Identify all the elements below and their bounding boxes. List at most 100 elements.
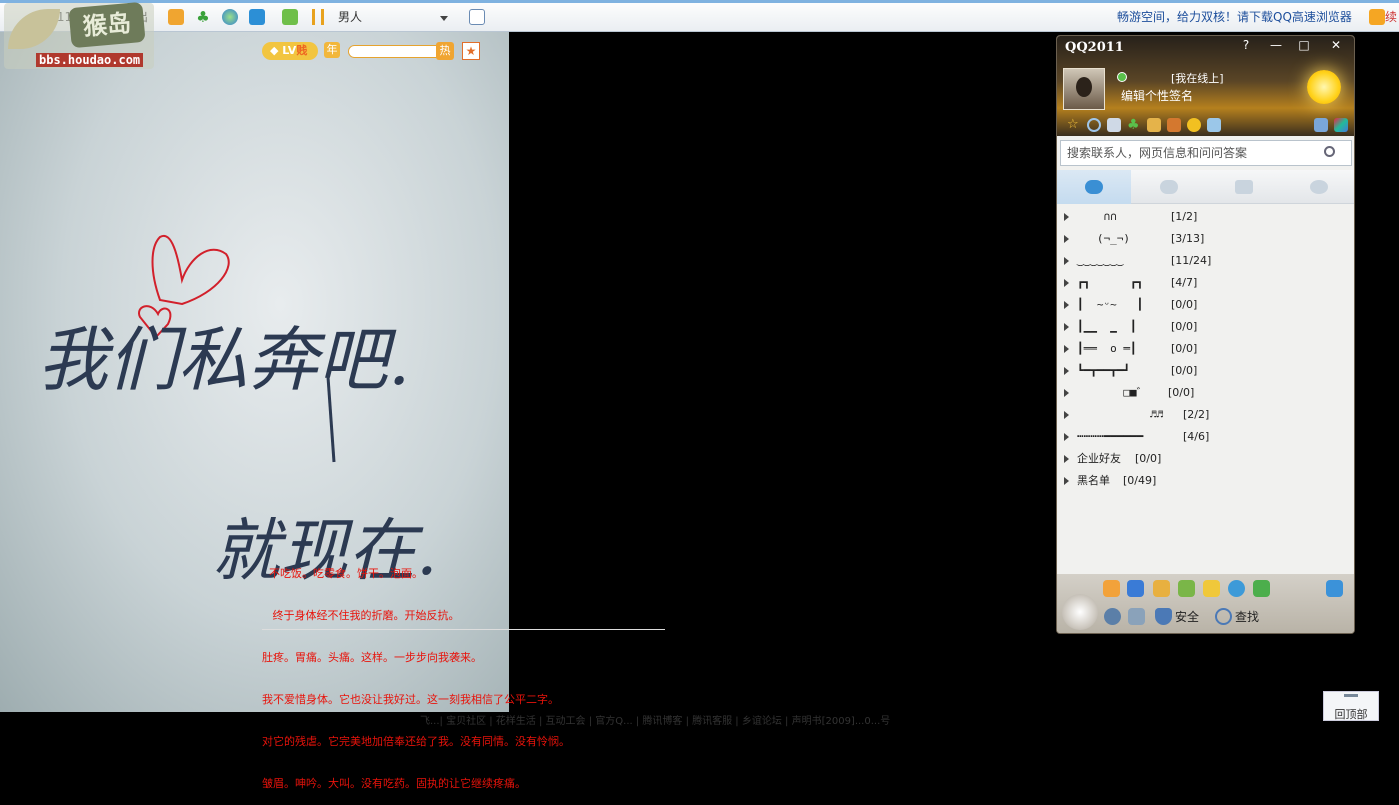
group-row[interactable]: (¬_¬) [3/13] [1057,228,1354,250]
caption-line: 肚疼。胃痛。头痛。这样。一步步向我袭来。 [262,651,482,664]
contact-tabs [1057,170,1354,204]
security-button[interactable]: 安全 [1175,608,1199,625]
group-row[interactable]: ┃ ~ᵕ~ ┃ [0/0] [1057,294,1354,316]
group-name: ┃ ~ᵕ~ ┃ [1077,298,1144,311]
status-text[interactable]: [我在线上] [1171,70,1224,86]
settings-gear-icon[interactable] [1104,608,1121,625]
expand-arrow-icon [1064,301,1069,309]
cloud-icon[interactable] [1326,580,1343,597]
contact-group-list: ∩∩ [1/2] (¬_¬) [3/13] ‿‿‿‿‿‿‿ [11/24] ┏┓ ┏┓… [1057,206,1354,492]
close-icon[interactable]: ✕ [1325,38,1347,52]
lv-num: 贱 [296,44,308,57]
main-menu-button[interactable] [1062,594,1098,630]
handwriting-line1: 我们私奔吧. [38,319,410,401]
group-row[interactable]: ┃══ o ═┃ [0/0] [1057,338,1354,360]
year-icon[interactable]: 年 [324,42,340,58]
edit-icon[interactable] [469,9,485,25]
group-row[interactable]: 企业好友 [0/0] [1057,448,1354,470]
caption-line: 不吃饭。吃零食。饼干。泡面。 [262,567,423,580]
group-name: 黑名单 [1077,474,1110,487]
message-box-icon[interactable] [1314,118,1328,132]
calendar-icon[interactable] [1207,118,1221,132]
space-icon[interactable] [1147,118,1161,132]
skin-icon[interactable] [1334,118,1348,132]
group-count: [2/2] [1183,408,1210,421]
group-row[interactable]: ┏┓ ┏┓ [4/7] [1057,272,1354,294]
gender-select[interactable]: 男人 [338,3,362,31]
back-to-top-button[interactable]: 回顶部 [1323,691,1379,721]
enter-icon[interactable] [282,9,298,25]
clover-icon[interactable]: ♣ [195,9,211,25]
group-row[interactable]: ┃▁▁ ▁ ┃ [0/0] [1057,316,1354,338]
avatar[interactable] [1063,68,1105,110]
app-manager-icon[interactable] [1103,580,1120,597]
recent-icon [1310,180,1328,194]
expand-arrow-icon [1064,411,1069,419]
tab-recent[interactable] [1282,170,1354,204]
globe-icon[interactable] [222,9,238,25]
group-name: (¬_¬) [1077,232,1130,245]
footer-links[interactable]: 飞...| 宝贝社区 | 花样生活 | 互动工会 | 官方Q... | 腾讯博客… [420,712,890,727]
chevron-down-icon[interactable] [440,16,448,21]
group-row[interactable]: ┅┅┅┅━━━━━━ [4/6] [1057,426,1354,448]
continue-link[interactable]: 续 [1385,3,1397,31]
tab-discussions[interactable] [1207,170,1281,204]
pet-icon[interactable] [1167,118,1181,132]
message-icon[interactable] [168,9,184,25]
hot-icon[interactable]: 热 [436,42,454,60]
contact-search-input[interactable]: 搜索联系人，网页信息和问问答案 [1060,140,1352,166]
caption-divider [262,629,665,630]
caption-line: 我不爱惜身体。它也没让我好过。这一刻我相信了公平二字。 [262,693,559,706]
expand-arrow-icon [1064,477,1069,485]
bookmark-icon[interactable] [1369,9,1385,25]
star-edit-icon[interactable]: ★ [462,42,480,60]
group-row[interactable]: ‿‿‿‿‿‿‿ [11/24] [1057,250,1354,272]
qq-guard-icon[interactable] [1253,580,1270,597]
online-status-icon[interactable] [1117,72,1127,82]
pause-icon[interactable] [312,9,324,25]
maximize-icon[interactable]: □ [1293,38,1315,52]
group-row[interactable]: ┗━┳━━┳━┛ [0/0] [1057,360,1354,382]
signature-field[interactable]: 编辑个性签名 [1121,87,1193,104]
expand-arrow-icon [1064,279,1069,287]
weather-sun-icon[interactable] [1307,70,1341,104]
group-row[interactable]: 黑名单 [0/49] [1057,470,1354,492]
group-name: ┃══ o ═┃ [1077,342,1137,355]
find-magnifier-icon[interactable] [1215,608,1232,625]
volume-icon[interactable] [1128,608,1145,625]
expand-arrow-icon [1064,455,1069,463]
qq-video-icon[interactable] [1203,580,1220,597]
qq-pet-icon[interactable] [1153,580,1170,597]
group-count: [1/2] [1171,210,1198,223]
tab-contacts[interactable] [1057,170,1131,204]
qq-browser-icon[interactable] [1228,580,1245,597]
app-icon[interactable] [249,9,265,25]
group-count: [11/24] [1171,254,1212,267]
favorite-star-icon[interactable]: ☆ [1067,118,1081,132]
qq-search-icon[interactable] [1087,118,1101,132]
qq-title: QQ2011 [1065,40,1124,55]
group-row[interactable]: ♬♬ [2/2] [1057,404,1354,426]
group-count: [0/0] [1171,342,1198,355]
group-row[interactable]: □■゛ [0/0] [1057,382,1354,404]
qq-game-icon[interactable] [1127,580,1144,597]
back-to-top-label: 回顶部 [1334,708,1368,721]
mail-icon[interactable] [1107,118,1121,132]
tab-groups[interactable] [1132,170,1206,204]
find-button[interactable]: 查找 [1235,608,1259,625]
group-row[interactable]: ∩∩ [1/2] [1057,206,1354,228]
shield-icon[interactable] [1155,608,1172,625]
help-icon[interactable]: ? [1235,38,1257,52]
browser-promo-link[interactable]: 畅游空间，给力双核！请下载QQ高速浏览器 [1117,3,1352,31]
level-badge[interactable]: ◆ LV贱 [262,42,318,60]
houdao-logo: 猴岛 bbs.houdao.com [4,1,154,69]
group-count: [0/0] [1135,452,1162,465]
group-count: [4/7] [1171,276,1198,289]
qq-music-icon[interactable] [1178,580,1195,597]
search-icon[interactable] [1324,146,1335,157]
qq-panel: QQ2011 ? — □ ✕ [我在线上] 编辑个性签名 ☆ ♣ 搜索联系人，网… [1056,35,1355,634]
minimize-icon[interactable]: — [1265,38,1287,52]
group-name: ┃▁▁ ▁ ┃ [1077,320,1137,333]
clover-icon[interactable]: ♣ [1127,118,1141,132]
coin-icon[interactable] [1187,118,1201,132]
